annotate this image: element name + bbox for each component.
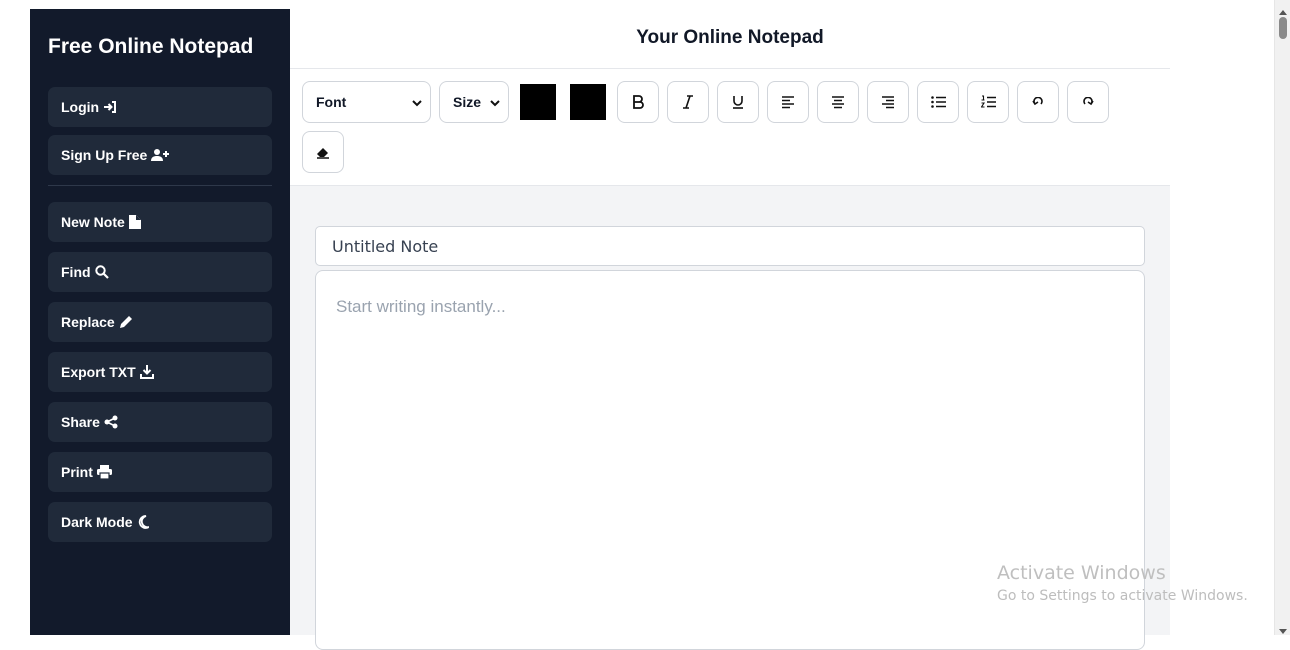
underline-button[interactable] [717, 81, 759, 123]
find-label: Find [61, 264, 91, 280]
formatting-toolbar: Font Size [290, 69, 1170, 186]
bold-button[interactable] [617, 81, 659, 123]
align-center-icon [831, 95, 845, 109]
share-label: Share [61, 414, 100, 430]
app-title: Free Online Notepad [48, 35, 254, 58]
search-icon [94, 265, 109, 279]
file-icon [128, 215, 141, 229]
editor-placeholder: Start writing instantly... [336, 297, 506, 316]
undo-button[interactable] [1017, 81, 1059, 123]
italic-button[interactable] [667, 81, 709, 123]
print-icon [96, 465, 112, 479]
print-label: Print [61, 464, 93, 480]
dark-mode-button[interactable]: Dark Mode [48, 502, 272, 542]
highlight-color-picker[interactable] [570, 84, 606, 120]
align-left-icon [781, 95, 795, 109]
font-select[interactable]: Font [302, 81, 431, 123]
user-plus-icon [151, 148, 170, 162]
signup-button-label: Sign Up Free [61, 147, 148, 163]
font-select-value: Font [316, 94, 347, 110]
bullet-list-icon [930, 95, 946, 109]
share-button[interactable]: Share [48, 402, 272, 442]
print-button[interactable]: Print [48, 452, 272, 492]
share-icon [104, 415, 118, 429]
size-select[interactable]: Size [439, 81, 509, 123]
export-txt-label: Export TXT [61, 364, 136, 380]
text-color-picker[interactable] [520, 84, 556, 120]
export-txt-button[interactable]: Export TXT [48, 352, 272, 392]
align-center-button[interactable] [817, 81, 859, 123]
new-note-label: New Note [61, 214, 125, 230]
sidebar-divider [48, 185, 272, 186]
underline-icon [731, 95, 745, 109]
eraser-icon [316, 146, 330, 159]
scrollbar-thumb[interactable] [1279, 17, 1287, 39]
size-select-value: Size [453, 94, 482, 110]
undo-icon [1032, 97, 1044, 107]
header: Your Online Notepad [290, 9, 1170, 69]
pencil-icon [119, 315, 133, 329]
replace-label: Replace [61, 314, 115, 330]
main-area: Your Online Notepad Font Size Untitled N… [290, 9, 1170, 650]
login-button[interactable]: Login [48, 87, 272, 127]
align-right-button[interactable] [867, 81, 909, 123]
page-title: Your Online Notepad [636, 27, 824, 48]
page-scrollbar[interactable] [1274, 0, 1290, 635]
align-left-button[interactable] [767, 81, 809, 123]
watermark-subtitle: Go to Settings to activate Windows. [997, 588, 1248, 604]
redo-icon [1082, 97, 1094, 107]
replace-button[interactable]: Replace [48, 302, 272, 342]
login-button-label: Login [61, 99, 100, 115]
clear-formatting-button[interactable] [302, 131, 344, 173]
find-button[interactable]: Find [48, 252, 272, 292]
moon-icon [137, 515, 149, 529]
numbered-list-button[interactable] [967, 81, 1009, 123]
dark-mode-label: Dark Mode [61, 514, 133, 530]
login-icon [103, 100, 117, 114]
chevron-down-icon [412, 96, 422, 112]
new-note-button[interactable]: New Note [48, 202, 272, 242]
redo-button[interactable] [1067, 81, 1109, 123]
activation-watermark: Activate Windows Go to Settings to activ… [997, 562, 1248, 604]
watermark-title: Activate Windows [997, 562, 1166, 584]
chevron-down-icon [490, 96, 500, 112]
download-icon [139, 365, 154, 379]
italic-icon [681, 95, 695, 109]
note-title-input[interactable] [315, 226, 1145, 266]
scroll-down-arrow-icon[interactable] [1279, 622, 1287, 640]
numbered-list-icon [980, 95, 996, 109]
bullet-list-button[interactable] [917, 81, 959, 123]
align-right-icon [881, 95, 895, 109]
bold-icon [631, 95, 645, 109]
signup-button[interactable]: Sign Up Free [48, 135, 272, 175]
sidebar: Free Online Notepad Login Sign Up Free N… [30, 9, 290, 635]
